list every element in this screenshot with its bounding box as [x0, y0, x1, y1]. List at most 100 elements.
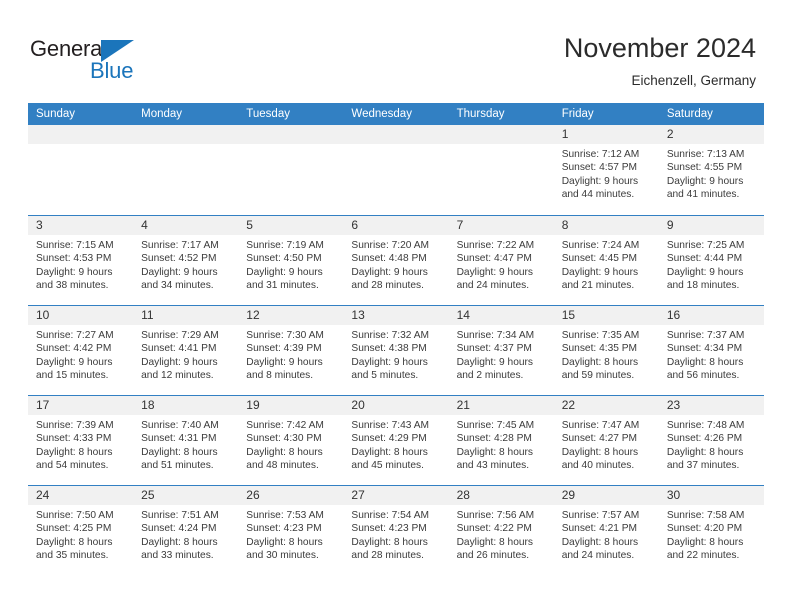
day-info-line: Sunset: 4:52 PM [141, 253, 217, 265]
calendar-day-cell[interactable]: 3 Sunrise: 7:15 AM Sunset: 4:53 PM Daylight… [28, 216, 134, 305]
day-info-line: Sunset: 4:55 PM [666, 162, 743, 174]
day-info-line: Sunrise: 7:54 AM [351, 510, 430, 521]
day-number-band: 8 [553, 216, 659, 235]
day-info-line: Daylight: 8 hours [561, 536, 639, 548]
calendar-day-cell[interactable]: 18 Sunrise: 7:40 AM Sunset: 4:31 PM Dayligh… [133, 396, 239, 485]
day-sun-info: Sunrise: 7:43 AM Sunset: 4:29 PM Daylight:… [343, 415, 448, 472]
day-info-line: Daylight: 9 hours [456, 266, 534, 278]
day-number: 19 [246, 398, 260, 412]
calendar-day-cell[interactable]: 23 Sunrise: 7:48 AM Sunset: 4:26 PM Dayligh… [658, 396, 764, 485]
day-info-line: Sunset: 4:37 PM [456, 343, 532, 355]
day-info-line: Sunrise: 7:37 AM [666, 330, 745, 341]
day-info-line: Sunset: 4:41 PM [141, 343, 217, 355]
calendar-day-cell[interactable]: 27 Sunrise: 7:54 AM Sunset: 4:23 PM Dayligh… [343, 486, 449, 575]
calendar-day-cell[interactable]: 21 Sunrise: 7:45 AM Sunset: 4:28 PM Dayligh… [448, 396, 554, 485]
day-number: 28 [456, 488, 470, 502]
day-info-line: Sunrise: 7:40 AM [141, 420, 219, 431]
day-number-band: 28 [448, 486, 554, 505]
calendar-day-cell[interactable]: 9 Sunrise: 7:25 AM Sunset: 4:44 PM Daylight… [658, 216, 764, 305]
day-sun-info [133, 144, 238, 148]
day-info-line: Sunrise: 7:56 AM [456, 510, 535, 521]
calendar-day-cell[interactable]: 1 Sunrise: 7:12 AM Sunset: 4:57 PM Daylight… [553, 125, 659, 214]
general-blue-logo[interactable]: General Blue [30, 36, 160, 84]
day-sun-info [449, 144, 554, 148]
calendar-day-cell[interactable]: 30 Sunrise: 7:58 AM Sunset: 4:20 PM Dayligh… [658, 486, 764, 575]
day-number: 25 [141, 488, 155, 502]
weekday-header-saturday: Saturday [666, 108, 713, 120]
day-info-line: Daylight: 8 hours [351, 536, 428, 548]
day-sun-info: Sunrise: 7:22 AM Sunset: 4:47 PM Daylight:… [449, 235, 554, 292]
day-sun-info [343, 144, 448, 148]
day-number-band: 2 [658, 125, 764, 144]
day-number: 13 [351, 308, 365, 322]
day-number-band: 9 [658, 216, 764, 235]
day-info-line: Sunset: 4:34 PM [666, 343, 743, 355]
calendar-day-cell[interactable]: 13 Sunrise: 7:32 AM Sunset: 4:38 PM Dayligh… [343, 306, 449, 395]
day-info-line: Sunrise: 7:47 AM [561, 420, 640, 431]
calendar-day-cell[interactable]: 24 Sunrise: 7:50 AM Sunset: 4:25 PM Dayligh… [28, 486, 134, 575]
day-info-line: Sunset: 4:42 PM [36, 343, 112, 355]
calendar-day-cell[interactable]: 14 Sunrise: 7:34 AM Sunset: 4:37 PM Dayligh… [448, 306, 554, 395]
day-number-band: 19 [238, 396, 344, 415]
calendar-day-cell[interactable]: 29 Sunrise: 7:57 AM Sunset: 4:21 PM Dayligh… [553, 486, 659, 575]
calendar-day-cell[interactable]: 22 Sunrise: 7:47 AM Sunset: 4:27 PM Dayligh… [553, 396, 659, 485]
day-info-line: and 54 minutes. [36, 459, 109, 471]
day-info-line: Daylight: 8 hours [141, 446, 218, 458]
day-sun-info: Sunrise: 7:40 AM Sunset: 4:31 PM Daylight:… [133, 415, 238, 472]
day-info-line: Sunset: 4:21 PM [561, 523, 638, 535]
day-number-band [448, 125, 554, 144]
calendar-day-cell-empty [343, 125, 449, 214]
calendar-day-cell[interactable]: 4 Sunrise: 7:17 AM Sunset: 4:52 PM Daylight… [133, 216, 239, 305]
logo-text-blue: Blue [90, 58, 134, 83]
day-number-band: 26 [238, 486, 344, 505]
day-number-band: 13 [343, 306, 449, 325]
calendar-day-cell[interactable]: 16 Sunrise: 7:37 AM Sunset: 4:34 PM Dayligh… [658, 306, 764, 395]
day-info-line: Daylight: 9 hours [246, 266, 323, 278]
day-info-line: Sunset: 4:57 PM [561, 162, 638, 174]
calendar-day-cell[interactable]: 17 Sunrise: 7:39 AM Sunset: 4:33 PM Dayligh… [28, 396, 134, 485]
calendar-day-cell[interactable]: 10 Sunrise: 7:27 AM Sunset: 4:42 PM Dayligh… [28, 306, 134, 395]
calendar-day-cell[interactable]: 20 Sunrise: 7:43 AM Sunset: 4:29 PM Dayligh… [343, 396, 449, 485]
day-sun-info: Sunrise: 7:51 AM Sunset: 4:24 PM Daylight:… [133, 505, 238, 562]
day-number: 29 [561, 488, 576, 502]
day-info-line: Sunset: 4:27 PM [561, 433, 638, 445]
calendar-day-cell[interactable]: 15 Sunrise: 7:35 AM Sunset: 4:35 PM Dayligh… [553, 306, 659, 395]
calendar-day-cell[interactable]: 6 Sunrise: 7:20 AM Sunset: 4:48 PM Daylight… [343, 216, 449, 305]
calendar-day-cell[interactable]: 11 Sunrise: 7:29 AM Sunset: 4:41 PM Dayligh… [133, 306, 239, 395]
day-number: 1 [561, 127, 569, 141]
day-number-band [28, 125, 134, 144]
day-number: 8 [561, 218, 569, 232]
day-info-line: Daylight: 8 hours [561, 356, 639, 368]
day-sun-info: Sunrise: 7:20 AM Sunset: 4:48 PM Daylight:… [343, 235, 448, 292]
calendar-week-row: 1 Sunrise: 7:12 AM Sunset: 4:57 PM Daylight… [28, 125, 764, 215]
weekday-header-monday: Monday [141, 108, 183, 120]
day-info-line: Daylight: 8 hours [666, 356, 744, 368]
day-info-line: Daylight: 9 hours [351, 356, 428, 368]
calendar-day-cell[interactable]: 19 Sunrise: 7:42 AM Sunset: 4:30 PM Dayligh… [238, 396, 344, 485]
day-number: 3 [36, 218, 43, 232]
day-info-line: and 15 minutes. [36, 369, 109, 381]
calendar-day-cell[interactable]: 25 Sunrise: 7:51 AM Sunset: 4:24 PM Dayligh… [133, 486, 239, 575]
day-number-band [343, 125, 449, 144]
day-sun-info: Sunrise: 7:13 AM Sunset: 4:55 PM Daylight:… [659, 144, 764, 201]
day-number: 11 [141, 308, 154, 322]
day-number-band: 10 [28, 306, 134, 325]
day-info-line: Sunrise: 7:29 AM [141, 330, 219, 341]
calendar-day-cell[interactable]: 12 Sunrise: 7:30 AM Sunset: 4:39 PM Dayligh… [238, 306, 344, 395]
day-number-band: 5 [238, 216, 344, 235]
day-info-line: and 44 minutes. [561, 188, 635, 200]
calendar-day-cell[interactable]: 2 Sunrise: 7:13 AM Sunset: 4:55 PM Daylight… [658, 125, 764, 214]
calendar-day-cell[interactable]: 26 Sunrise: 7:53 AM Sunset: 4:23 PM Dayligh… [238, 486, 344, 575]
calendar-day-cell-empty [238, 125, 344, 214]
calendar-day-cell-empty [28, 125, 134, 214]
day-number-band: 14 [448, 306, 554, 325]
day-info-line: and 34 minutes. [141, 279, 214, 291]
calendar-day-cell[interactable]: 28 Sunrise: 7:56 AM Sunset: 4:22 PM Dayligh… [448, 486, 554, 575]
calendar-day-cell[interactable]: 7 Sunrise: 7:22 AM Sunset: 4:47 PM Daylight… [448, 216, 554, 305]
calendar-day-cell[interactable]: 8 Sunrise: 7:24 AM Sunset: 4:45 PM Daylight… [553, 216, 659, 305]
calendar-day-cell[interactable]: 5 Sunrise: 7:19 AM Sunset: 4:50 PM Daylight… [238, 216, 344, 305]
day-info-line: and 31 minutes. [246, 279, 319, 291]
day-info-line: and 48 minutes. [246, 459, 319, 471]
day-info-line: Sunrise: 7:17 AM [141, 240, 219, 251]
day-number-band: 29 [553, 486, 659, 505]
